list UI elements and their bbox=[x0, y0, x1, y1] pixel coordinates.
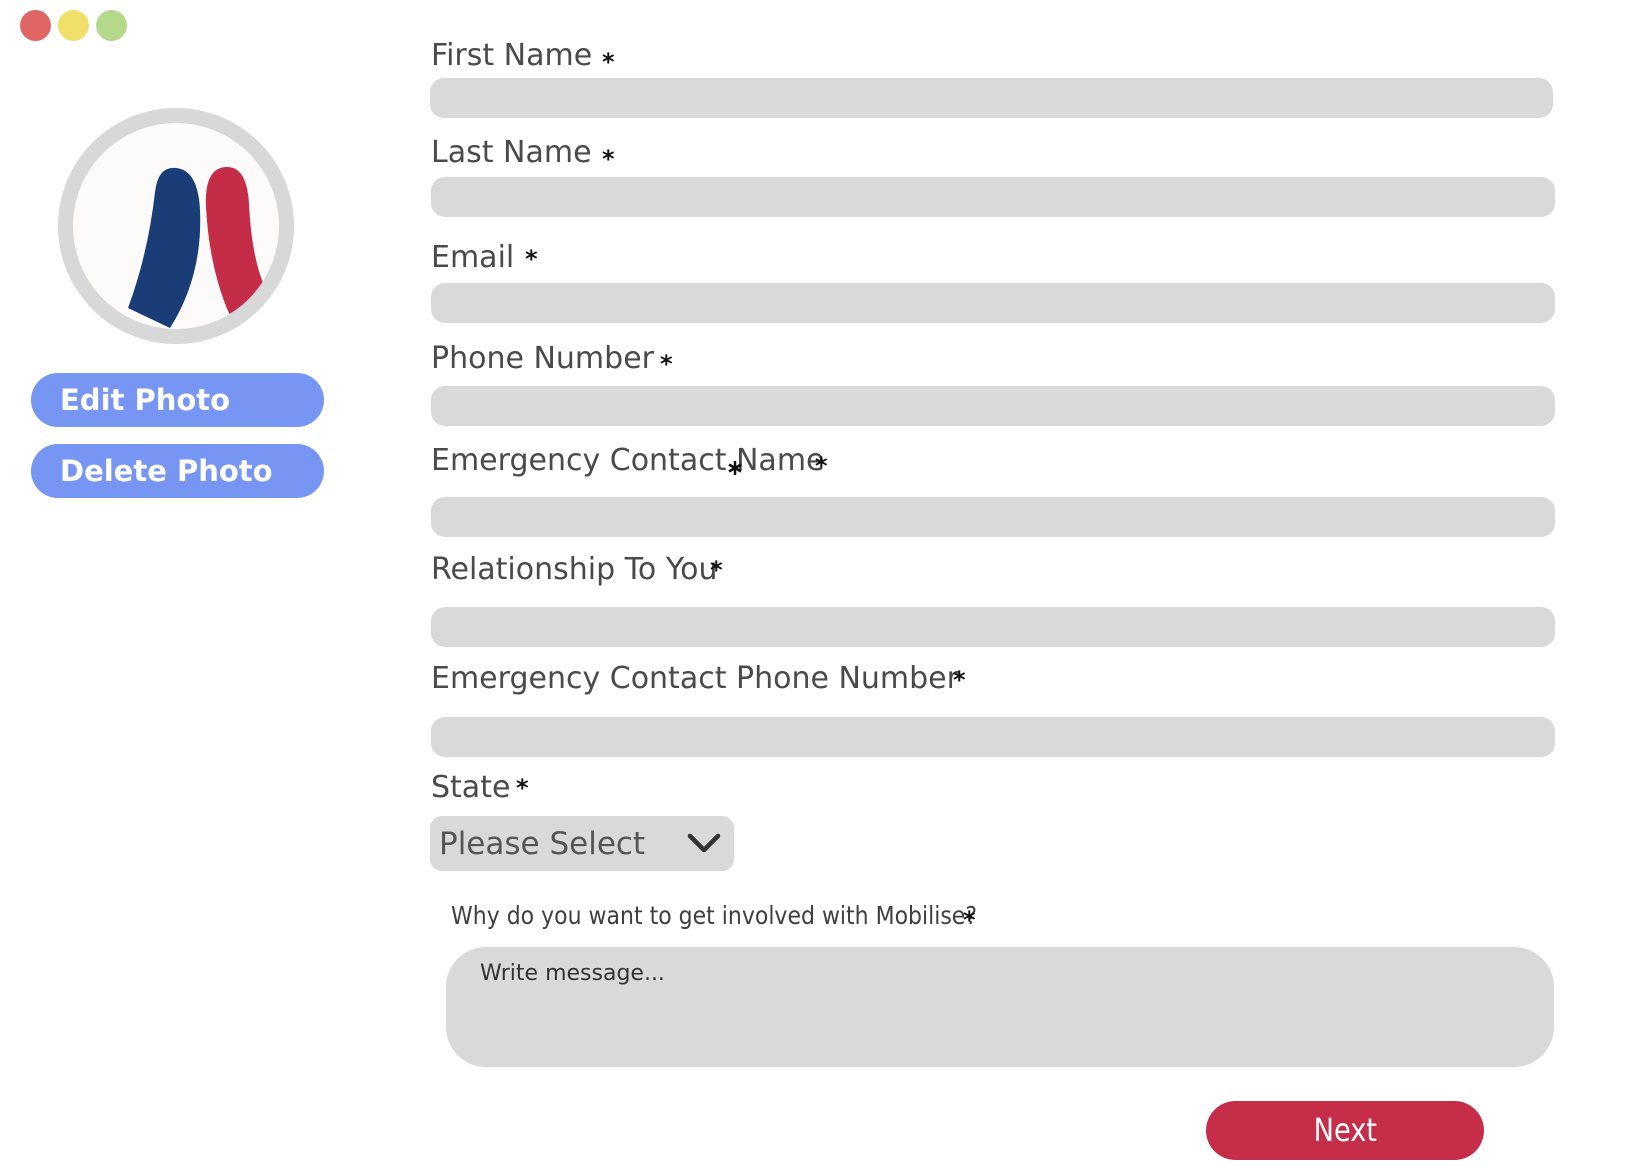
mobilise-logo-icon bbox=[128, 166, 270, 328]
required-asterisk: * bbox=[516, 774, 529, 802]
required-asterisk: * bbox=[953, 666, 966, 694]
motivation-message-textarea[interactable] bbox=[446, 947, 1554, 1067]
state-select[interactable]: Please Select bbox=[430, 816, 734, 871]
delete-photo-button[interactable]: Delete Photo bbox=[31, 444, 324, 498]
required-asterisk: * bbox=[660, 350, 673, 378]
last-name-label: Last Name bbox=[431, 135, 592, 170]
required-asterisk: * bbox=[602, 145, 615, 173]
mouse-cursor-icon bbox=[727, 460, 743, 480]
required-asterisk: * bbox=[710, 556, 723, 584]
emergency-contact-phone-input[interactable] bbox=[431, 717, 1555, 757]
last-name-input[interactable] bbox=[431, 177, 1555, 217]
maximize-window-button[interactable] bbox=[96, 10, 127, 41]
relationship-input[interactable] bbox=[431, 607, 1555, 647]
required-asterisk: * bbox=[963, 906, 976, 934]
chevron-down-icon bbox=[687, 832, 721, 858]
required-asterisk: * bbox=[815, 452, 828, 480]
motivation-question-label: Why do you want to get involved with Mob… bbox=[451, 901, 978, 930]
state-selected-value: Please Select bbox=[439, 826, 646, 862]
next-button[interactable]: Next bbox=[1206, 1101, 1484, 1160]
email-input[interactable] bbox=[431, 283, 1555, 323]
close-window-button[interactable] bbox=[20, 10, 51, 41]
required-asterisk: * bbox=[602, 48, 615, 76]
first-name-input[interactable] bbox=[430, 78, 1553, 118]
edit-photo-button[interactable]: Edit Photo bbox=[31, 373, 324, 427]
window-controls bbox=[20, 10, 127, 41]
phone-number-input[interactable] bbox=[431, 386, 1555, 426]
email-label: Email bbox=[431, 240, 515, 275]
emergency-contact-phone-label: Emergency Contact Phone Number bbox=[431, 661, 959, 696]
avatar bbox=[58, 108, 294, 344]
relationship-label: Relationship To You bbox=[431, 552, 718, 587]
state-label: State bbox=[431, 770, 511, 805]
emergency-contact-name-label: Emergency Contact Name bbox=[431, 443, 825, 478]
minimize-window-button[interactable] bbox=[58, 10, 89, 41]
phone-number-label: Phone Number bbox=[431, 341, 654, 376]
first-name-label: First Name bbox=[431, 38, 593, 73]
emergency-contact-name-input[interactable] bbox=[431, 497, 1555, 537]
required-asterisk: * bbox=[525, 245, 538, 273]
next-button-label: Next bbox=[1313, 1111, 1377, 1149]
